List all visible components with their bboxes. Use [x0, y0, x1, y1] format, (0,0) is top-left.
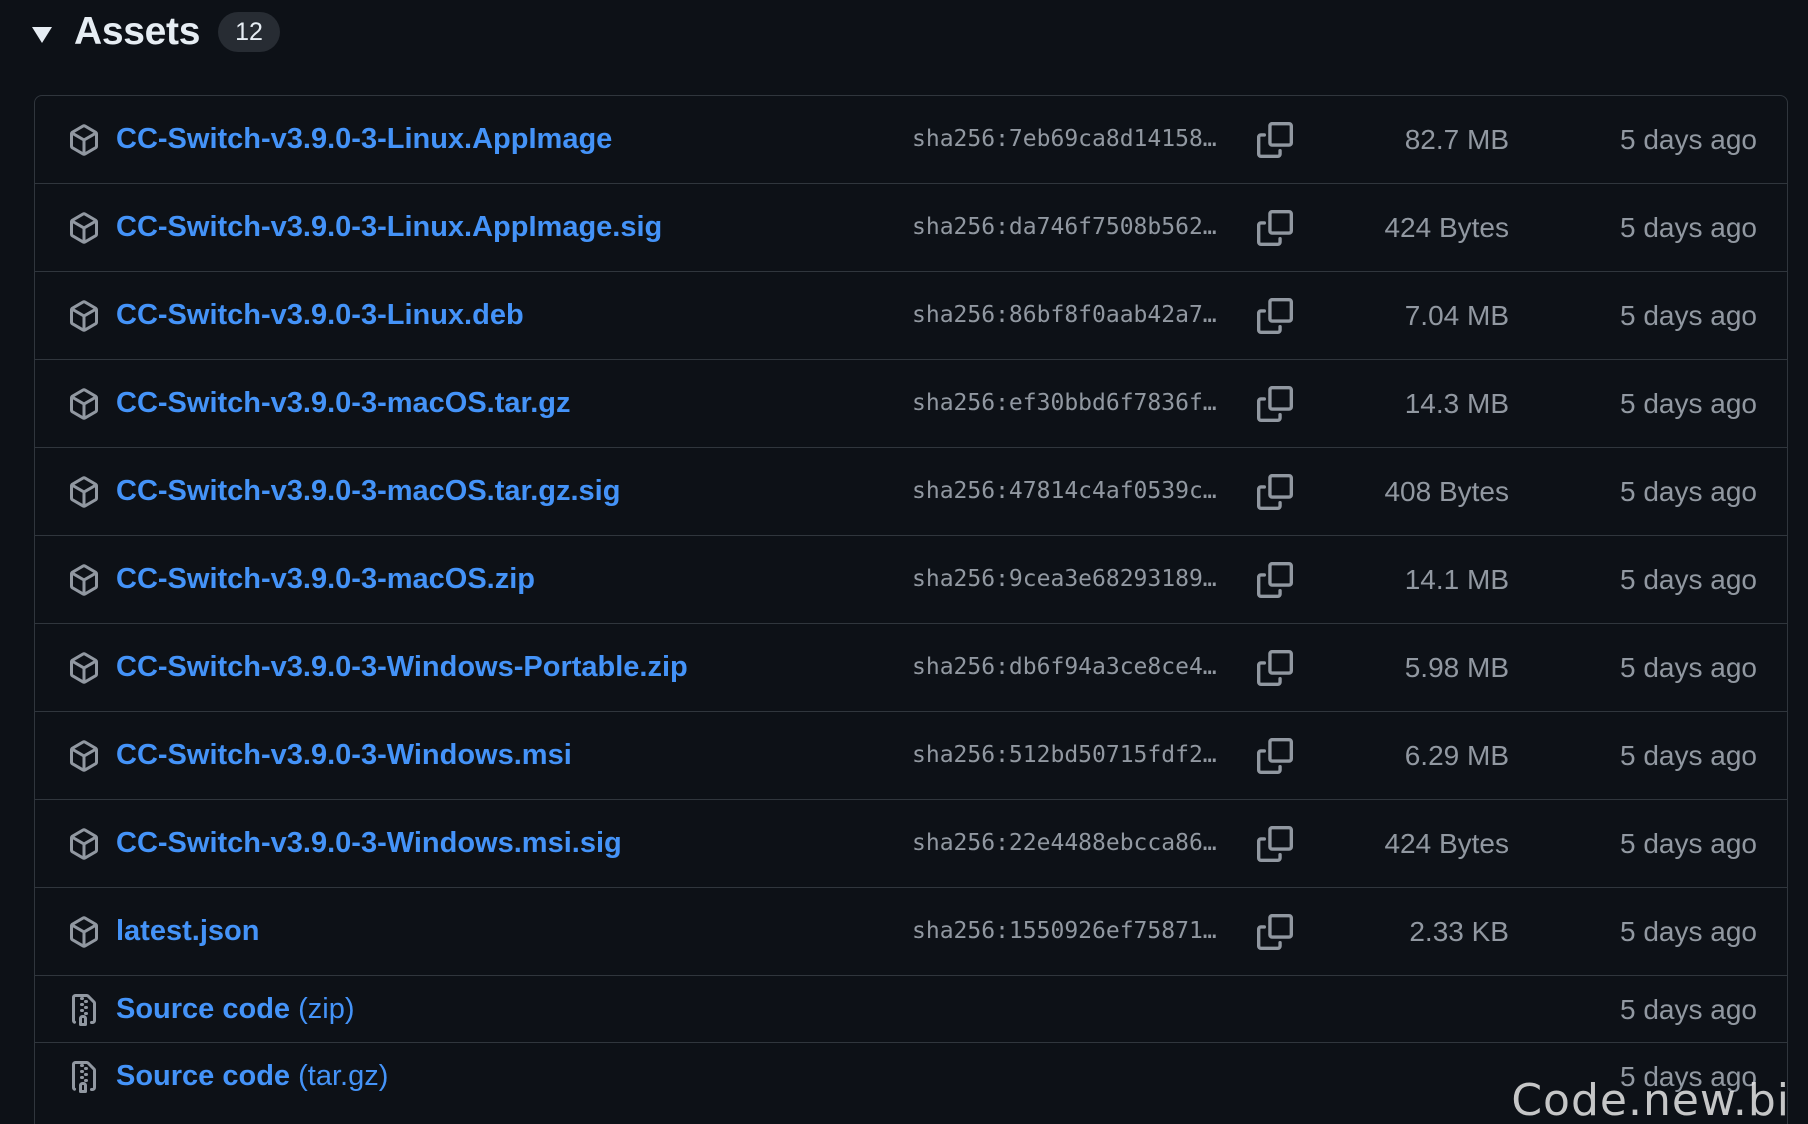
copy-icon[interactable] — [1257, 298, 1293, 334]
asset-row: CC-Switch-v3.9.0-3-Windows-Portable.zip s… — [35, 624, 1787, 712]
file-zip-icon — [68, 993, 100, 1026]
assets-list: CC-Switch-v3.9.0-3-Linux.AppImage sha256:… — [34, 95, 1788, 1124]
source-date: 5 days ago — [1620, 1060, 1757, 1092]
source-code-link[interactable]: Source code (tar.gz) — [116, 1060, 388, 1093]
package-icon — [68, 652, 100, 684]
copy-icon[interactable] — [1257, 738, 1293, 774]
source-row: Source code (zip) 5 days ago — [35, 976, 1787, 1043]
asset-name-link[interactable]: CC-Switch-v3.9.0-3-Linux.deb — [116, 299, 524, 332]
source-code-format: (zip) — [298, 992, 355, 1025]
package-icon — [68, 212, 100, 244]
asset-row: CC-Switch-v3.9.0-3-Windows.msi sha256:512… — [35, 712, 1787, 800]
source-row: Source code (tar.gz) 5 days ago — [35, 1043, 1787, 1110]
asset-name-link[interactable]: CC-Switch-v3.9.0-3-macOS.tar.gz.sig — [116, 475, 620, 508]
assets-count-badge: 12 — [218, 12, 280, 52]
asset-sha256: sha256:1550926ef75871… — [912, 918, 1217, 944]
asset-row: latest.json sha256:1550926ef75871… 2.33 KB… — [35, 888, 1787, 976]
package-icon — [68, 388, 100, 420]
asset-size: 5.98 MB — [1404, 652, 1509, 683]
asset-date: 5 days ago — [1620, 652, 1757, 683]
asset-size: 408 Bytes — [1384, 476, 1509, 507]
source-code-label: Source code — [116, 992, 291, 1025]
asset-size: 2.33 KB — [1409, 916, 1509, 947]
package-icon — [68, 124, 100, 156]
asset-row: CC-Switch-v3.9.0-3-macOS.tar.gz sha256:ef… — [35, 360, 1787, 448]
asset-sha256: sha256:7eb69ca8d14158… — [912, 126, 1217, 152]
asset-name-link[interactable]: latest.json — [116, 915, 259, 948]
asset-date: 5 days ago — [1620, 476, 1757, 507]
asset-size: 424 Bytes — [1384, 828, 1509, 859]
asset-date: 5 days ago — [1620, 828, 1757, 859]
asset-sha256: sha256:ef30bbd6f7836f… — [912, 390, 1217, 416]
copy-icon[interactable] — [1257, 210, 1293, 246]
asset-name-link[interactable]: CC-Switch-v3.9.0-3-Windows.msi.sig — [116, 827, 622, 860]
copy-icon[interactable] — [1257, 386, 1293, 422]
asset-row: CC-Switch-v3.9.0-3-macOS.tar.gz.sig sha25… — [35, 448, 1787, 536]
asset-sha256: sha256:9cea3e68293189… — [912, 566, 1217, 592]
asset-name-link[interactable]: CC-Switch-v3.9.0-3-Linux.AppImage — [116, 123, 612, 156]
asset-sha256: sha256:db6f94a3ce8ce4… — [912, 654, 1217, 680]
package-icon — [68, 476, 100, 508]
asset-row: CC-Switch-v3.9.0-3-Windows.msi.sig sha256… — [35, 800, 1787, 888]
asset-sha256: sha256:22e4488ebcca86… — [912, 830, 1217, 856]
asset-date: 5 days ago — [1620, 212, 1757, 243]
copy-icon[interactable] — [1257, 562, 1293, 598]
copy-icon[interactable] — [1257, 826, 1293, 862]
copy-icon[interactable] — [1257, 650, 1293, 686]
asset-date: 5 days ago — [1620, 388, 1757, 419]
release-assets-page: Assets 12 CC-Switch-v3.9.0-3-Linux.AppIm… — [0, 0, 1808, 1124]
asset-sha256: sha256:86bf8f0aab42a7… — [912, 302, 1217, 328]
asset-size: 14.3 MB — [1404, 388, 1509, 419]
asset-name-link[interactable]: CC-Switch-v3.9.0-3-Linux.AppImage.sig — [116, 211, 662, 244]
package-icon — [68, 740, 100, 772]
asset-sha256: sha256:47814c4af0539c… — [912, 478, 1217, 504]
asset-row: CC-Switch-v3.9.0-3-macOS.zip sha256:9cea3… — [35, 536, 1787, 624]
source-date: 5 days ago — [1620, 993, 1757, 1025]
asset-row: CC-Switch-v3.9.0-3-Linux.AppImage.sig sha… — [35, 184, 1787, 272]
triangle-down-icon[interactable] — [32, 27, 52, 43]
asset-date: 5 days ago — [1620, 564, 1757, 595]
package-icon — [68, 916, 100, 948]
file-zip-icon — [68, 1060, 100, 1093]
asset-size: 6.29 MB — [1404, 740, 1509, 771]
source-code-link[interactable]: Source code (zip) — [116, 993, 355, 1026]
package-icon — [68, 828, 100, 860]
asset-date: 5 days ago — [1620, 300, 1757, 331]
asset-row: CC-Switch-v3.9.0-3-Linux.AppImage sha256:… — [35, 96, 1787, 184]
asset-date: 5 days ago — [1620, 124, 1757, 155]
package-icon — [68, 300, 100, 332]
asset-date: 5 days ago — [1620, 740, 1757, 771]
asset-size: 82.7 MB — [1404, 124, 1509, 155]
asset-sha256: sha256:512bd50715fdf2… — [912, 742, 1217, 768]
asset-sha256: sha256:da746f7508b562… — [912, 214, 1217, 240]
assets-header[interactable]: Assets 12 — [28, 0, 280, 64]
source-code-label: Source code — [116, 1059, 291, 1092]
copy-icon[interactable] — [1257, 914, 1293, 950]
asset-name-link[interactable]: CC-Switch-v3.9.0-3-Windows.msi — [116, 739, 572, 772]
copy-icon[interactable] — [1257, 474, 1293, 510]
asset-name-link[interactable]: CC-Switch-v3.9.0-3-macOS.zip — [116, 563, 535, 596]
assets-title: Assets — [74, 10, 201, 53]
source-code-format: (tar.gz) — [298, 1059, 389, 1092]
asset-size: 424 Bytes — [1384, 212, 1509, 243]
asset-date: 5 days ago — [1620, 916, 1757, 947]
package-icon — [68, 564, 100, 596]
asset-size: 14.1 MB — [1404, 564, 1509, 595]
copy-icon[interactable] — [1257, 122, 1293, 158]
asset-row: CC-Switch-v3.9.0-3-Linux.deb sha256:86bf8… — [35, 272, 1787, 360]
asset-size: 7.04 MB — [1404, 300, 1509, 331]
asset-name-link[interactable]: CC-Switch-v3.9.0-3-macOS.tar.gz — [116, 387, 570, 420]
asset-name-link[interactable]: CC-Switch-v3.9.0-3-Windows-Portable.zip — [116, 651, 688, 684]
